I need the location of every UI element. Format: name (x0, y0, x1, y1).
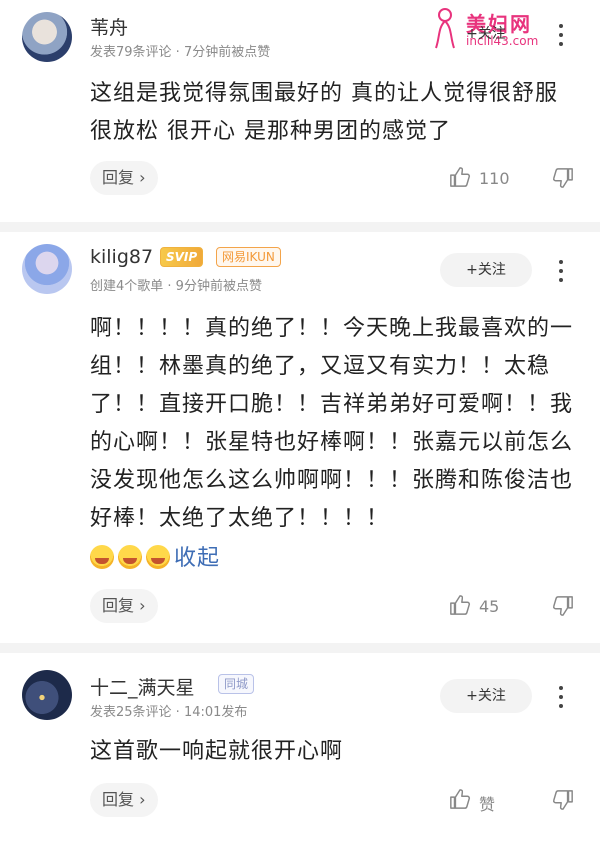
follow-button[interactable]: +关注 (440, 17, 532, 51)
fan-badge: 网易IKUN (216, 247, 281, 267)
more-options-icon[interactable] (556, 24, 566, 48)
divider (0, 222, 600, 232)
collapse-link[interactable]: 收起 (174, 546, 220, 571)
thumbs-up-icon[interactable] (449, 788, 471, 810)
follow-button[interactable]: +关注 (440, 679, 532, 713)
comment-item: 十二_满天星 同城 发表25条评论 · 14:01发布 +关注 这首歌一响起就很… (0, 653, 600, 859)
comment-text: 这首歌一响起就很开心啊 (90, 739, 344, 764)
follow-button[interactable]: +关注 (440, 253, 532, 287)
reply-button[interactable]: 回复 › (90, 783, 158, 817)
laughing-emoji-icon (118, 545, 142, 569)
reply-button[interactable]: 回复 › (90, 161, 158, 195)
thumbs-up-icon[interactable] (449, 594, 471, 616)
same-city-badge: 同城 (218, 674, 255, 694)
username[interactable]: 十二_满天星 (90, 673, 195, 700)
comment-text-content: 啊！！！！真的绝了！！今天晚上我最喜欢的一组！！林墨真的绝了，又逗又有实力！！太… (90, 316, 574, 531)
reply-button[interactable]: 回复 › (90, 589, 158, 623)
more-options-icon[interactable] (556, 260, 566, 284)
comment-item: kilig87 SVIP 网易IKUN 创建4个歌单 · 9分钟前被点赞 +关注… (0, 232, 600, 632)
thumbs-up-icon[interactable] (449, 166, 471, 188)
like-count: 45 (479, 597, 500, 616)
laughing-emoji-icon (90, 545, 114, 569)
avatar[interactable] (22, 12, 72, 62)
username[interactable]: kilig87 (90, 246, 153, 268)
comment-text: 这组是我觉得氛围最好的 真的让人觉得很舒服 很放松 很开心 是那种男团的感觉了 (90, 81, 558, 144)
thumbs-down-icon[interactable] (551, 789, 575, 811)
divider (0, 643, 600, 653)
like-label: 赞 (479, 795, 496, 814)
comment-meta: 发表25条评论 · 14:01发布 (90, 705, 248, 720)
more-options-icon[interactable] (556, 686, 566, 710)
laughing-emoji-icon (146, 545, 170, 569)
thumbs-down-icon[interactable] (551, 167, 575, 189)
username[interactable]: 苇舟 (90, 13, 128, 40)
svip-badge: SVIP (160, 247, 204, 267)
comment-meta: 创建4个歌单 · 9分钟前被点赞 (90, 279, 262, 294)
comment-text: 啊！！！！真的绝了！！今天晚上我最喜欢的一组！！林墨真的绝了，又逗又有实力！！太… (90, 310, 580, 578)
like-count: 110 (479, 169, 510, 188)
comment-item: 苇舟 发表79条评论 · 7分钟前被点赞 +关注 这组是我觉得氛围最好的 真的让… (0, 0, 600, 215)
comment-meta: 发表79条评论 · 7分钟前被点赞 (90, 45, 271, 60)
avatar[interactable] (22, 670, 72, 720)
thumbs-down-icon[interactable] (551, 595, 575, 617)
avatar[interactable] (22, 244, 72, 294)
